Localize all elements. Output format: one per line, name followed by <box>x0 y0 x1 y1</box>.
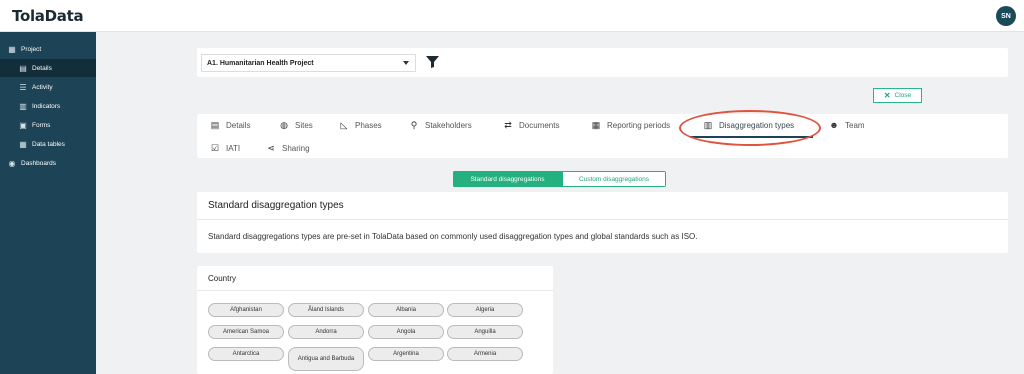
tab-details[interactable]: ▤ Details <box>209 118 251 132</box>
dashboard-icon: ◉ <box>8 158 16 168</box>
tab-label: Team <box>845 120 865 130</box>
caret-down-icon <box>403 61 409 65</box>
sidebar-item-label: Data tables <box>32 140 65 148</box>
tab-label: Sharing <box>282 143 310 153</box>
custom-disaggregations-button[interactable]: Custom disaggregations <box>562 171 666 187</box>
sidebar-item-dashboards[interactable]: ◉ Dashboards <box>0 154 96 172</box>
section-divider <box>197 219 1008 220</box>
top-bar: TolaData SN <box>0 0 1024 32</box>
bar-chart-icon: ▥ <box>19 101 27 111</box>
sidebar-item-project[interactable]: ▦ Project <box>0 40 96 58</box>
calendar-icon: ▦ <box>591 119 601 130</box>
exchange-icon: ⇄ <box>504 119 512 130</box>
sidebar-item-details[interactable]: ▤ Details <box>0 59 96 77</box>
sidebar-item-forms[interactable]: ▣ Forms <box>0 116 96 134</box>
filter-icon[interactable] <box>426 56 439 68</box>
tab-iati[interactable]: ☑ IATI <box>209 141 240 155</box>
sidebar-item-indicators[interactable]: ▥ Indicators <box>0 97 96 115</box>
country-chip[interactable]: Armenia <box>447 347 523 361</box>
sidebar-item-label: Forms <box>32 121 51 129</box>
section-description: Standard disaggregations types are pre-s… <box>208 232 698 241</box>
user-avatar[interactable]: SN <box>996 6 1016 26</box>
share-icon: ⋖ <box>267 142 275 153</box>
country-title: Country <box>208 274 237 283</box>
close-button[interactable]: ✕ Close <box>873 88 922 103</box>
country-chip[interactable]: Antigua and Barbuda <box>288 347 364 371</box>
tab-sites[interactable]: ◍ Sites <box>278 118 313 132</box>
country-divider <box>197 290 553 291</box>
area-chart-icon: ◺ <box>340 119 348 130</box>
app-logo[interactable]: TolaData <box>12 7 84 25</box>
highlight-circle <box>679 110 821 146</box>
disaggregation-toggle: Standard disaggregations Custom disaggre… <box>453 171 666 187</box>
tab-label: IATI <box>226 143 241 153</box>
sidebar-item-label: Indicators <box>32 102 61 110</box>
section-title: Standard disaggregation types <box>208 200 344 211</box>
checkbox-icon: ☑ <box>210 142 220 153</box>
clipboard-icon: ▤ <box>19 63 27 73</box>
sidebar-item-label: Project <box>21 45 42 53</box>
tab-documents[interactable]: ⇄ Documents <box>502 118 559 132</box>
sidebar-item-activity[interactable]: ☰ Activity <box>0 78 96 96</box>
tab-reporting-periods[interactable]: ▦ Reporting periods <box>590 118 670 132</box>
clipboard-icon: ▤ <box>210 119 220 130</box>
tab-team[interactable]: ☻ Team <box>828 118 865 132</box>
close-button-label: Close <box>894 92 912 99</box>
country-chip[interactable]: Argentina <box>368 347 444 361</box>
sidebar-item-label: Activity <box>32 83 53 91</box>
close-icon: ✕ <box>883 91 891 100</box>
country-chip[interactable]: Andorra <box>288 325 364 339</box>
tab-sharing[interactable]: ⋖ Sharing <box>265 141 310 155</box>
tab-phases[interactable]: ◺ Phases <box>338 118 382 132</box>
country-chip[interactable]: Åland Islands <box>288 303 364 317</box>
country-chip[interactable]: Afghanistan <box>208 303 284 317</box>
country-chip[interactable]: Angola <box>368 325 444 339</box>
country-chip[interactable]: American Samoa <box>208 325 284 339</box>
globe-icon: ◍ <box>280 119 288 130</box>
tab-label: Reporting periods <box>607 120 671 130</box>
tab-label: Phases <box>355 120 382 130</box>
sidebar-item-label: Details <box>32 64 52 72</box>
project-select[interactable]: A1. Humanitarian Health Project <box>201 54 416 72</box>
tab-label: Sites <box>295 120 313 130</box>
country-chip[interactable]: Antarctica <box>208 347 284 361</box>
tab-stakeholders[interactable]: ⚲ Stakeholders <box>408 118 472 132</box>
sidebar-item-data-tables[interactable]: ▦ Data tables <box>0 135 96 153</box>
tab-label: Documents <box>519 120 560 130</box>
project-select-value: A1. Humanitarian Health Project <box>207 59 314 67</box>
sidebar: ▦ Project ▤ Details ☰ Activity ▥ Indicat… <box>0 32 96 374</box>
form-icon: ▣ <box>19 120 27 130</box>
country-chip[interactable]: Albania <box>368 303 444 317</box>
standard-disaggregations-button[interactable]: Standard disaggregations <box>453 171 562 187</box>
country-chip[interactable]: Algeria <box>447 303 523 317</box>
country-chip[interactable]: Anguilla <box>447 325 523 339</box>
sidebar-item-label: Dashboards <box>21 159 57 167</box>
sitemap-icon: ⚲ <box>410 119 418 130</box>
table-icon: ▦ <box>19 139 27 149</box>
list-icon: ☰ <box>19 82 27 92</box>
tab-label: Stakeholders <box>425 120 472 130</box>
users-icon: ☻ <box>829 120 839 130</box>
tab-label: Details <box>226 120 251 130</box>
grid-icon: ▦ <box>8 44 16 54</box>
